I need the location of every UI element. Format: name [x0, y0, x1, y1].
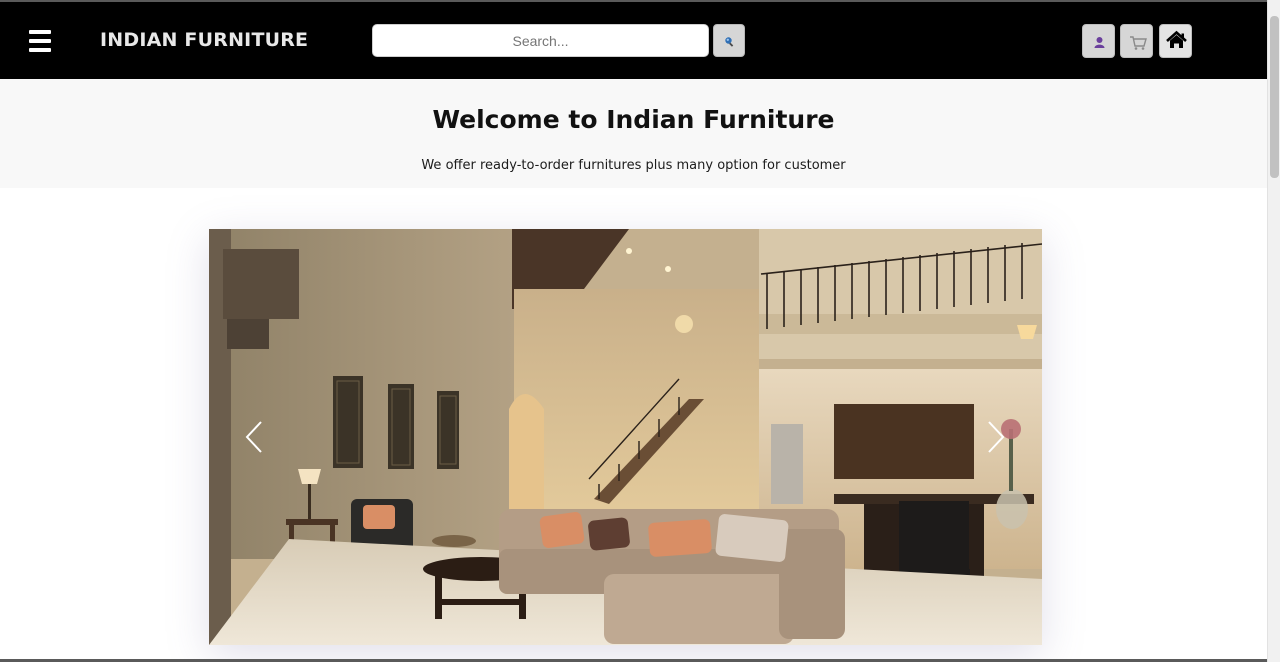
chevron-left-icon [245, 421, 262, 453]
chevron-right-icon [988, 421, 1005, 453]
vertical-scrollbar[interactable] [1267, 0, 1280, 662]
user-icon [1094, 37, 1105, 48]
cart-button[interactable] [1120, 24, 1153, 58]
welcome-subtitle: We offer ready-to-order furnitures plus … [421, 158, 846, 173]
scrollbar-thumb[interactable] [1270, 16, 1279, 178]
image-carousel[interactable] [209, 229, 1042, 645]
living-room-photo [209, 229, 1042, 645]
hamburger-menu-icon[interactable] [29, 30, 51, 54]
welcome-section: Welcome to Indian Furniture We offer rea… [0, 79, 1267, 188]
carousel-next-button[interactable] [983, 419, 1007, 455]
search-input[interactable] [372, 24, 709, 57]
user-account-button[interactable] [1082, 24, 1115, 58]
home-button[interactable] [1159, 24, 1192, 58]
home-icon [1166, 30, 1187, 48]
navbar: INDIAN FURNITURE [0, 2, 1267, 79]
magnifier-icon [725, 37, 734, 47]
search-button[interactable] [713, 24, 745, 57]
page-title: Welcome to Indian Furniture [432, 105, 835, 134]
brand-logo-text[interactable]: INDIAN FURNITURE [100, 29, 308, 51]
carousel-prev-button[interactable] [243, 419, 267, 455]
shopping-cart-icon [1130, 36, 1147, 50]
